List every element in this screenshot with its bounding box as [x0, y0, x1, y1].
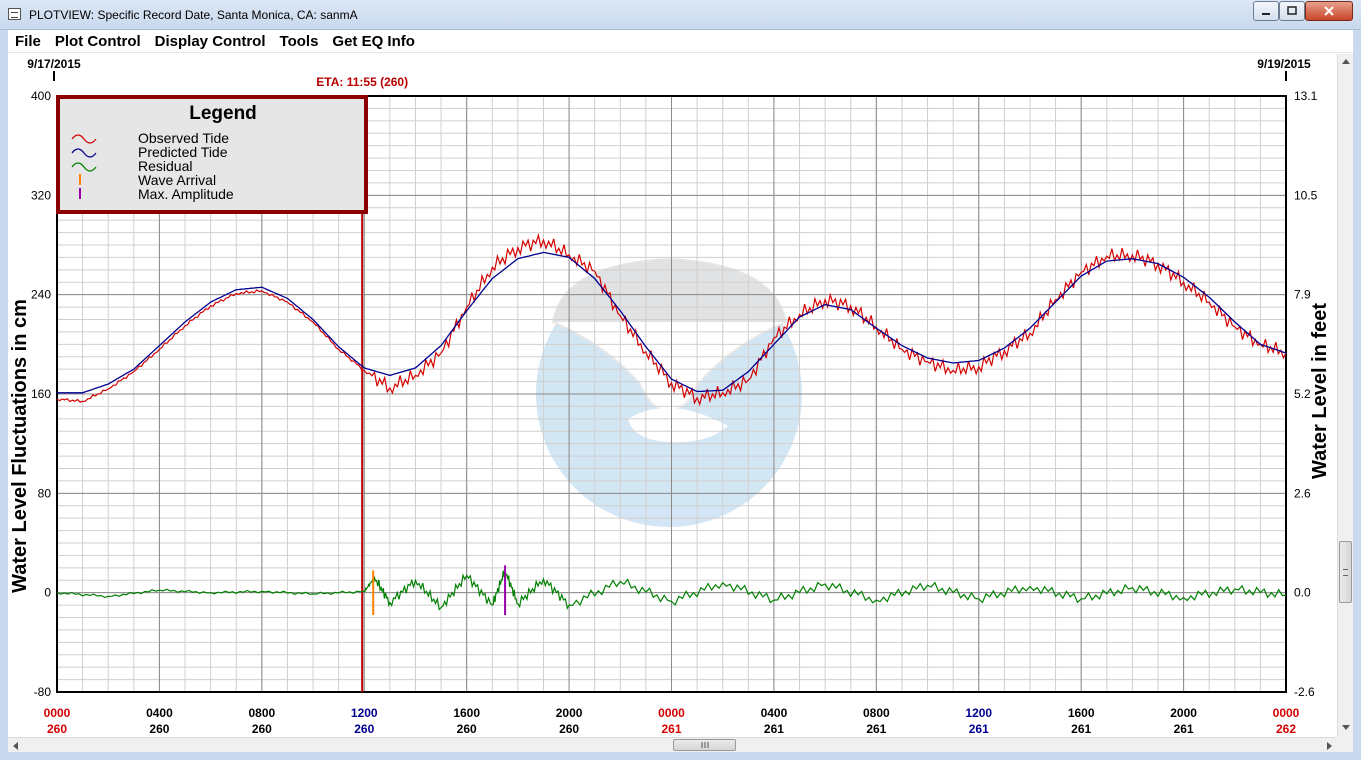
- y-tick-label-left: 0: [44, 586, 51, 600]
- window-frame-right: [1353, 30, 1361, 760]
- left-y-axis-label: Water Level Fluctuations in cm: [9, 299, 31, 593]
- y-tick-label-right: 0.0: [1294, 586, 1311, 600]
- x-tick-day-label: 261: [1071, 722, 1091, 736]
- menu-file[interactable]: File: [8, 33, 48, 50]
- x-tick-time-label: 0800: [248, 706, 275, 720]
- y-tick-label-left: 240: [31, 288, 51, 302]
- legend[interactable]: Legend Observed Tide Predicted Tide Resi…: [56, 95, 368, 214]
- y-tick-label-left: 400: [31, 89, 51, 103]
- y-tick-label-left: 80: [38, 486, 52, 500]
- legend-title: Legend: [189, 103, 257, 124]
- x-tick-day-label: 261: [866, 722, 886, 736]
- window-frame-bottom: [0, 752, 1361, 760]
- x-tick-day-label: 260: [354, 722, 374, 736]
- x-tick-time-label: 1600: [1068, 706, 1095, 720]
- vertical-scrollbar[interactable]: [1337, 54, 1353, 737]
- maximize-button[interactable]: [1279, 1, 1305, 21]
- app-window-icon[interactable]: [8, 8, 21, 20]
- menu-bar: File Plot Control Display Control Tools …: [8, 31, 1353, 53]
- x-tick-time-label: 1600: [453, 706, 480, 720]
- menu-display-control[interactable]: Display Control: [148, 33, 273, 50]
- horizontal-scroll-thumb[interactable]: [673, 739, 736, 751]
- scroll-up-arrow-icon[interactable]: [1341, 58, 1351, 66]
- y-tick-label-left: -80: [34, 685, 52, 699]
- x-tick-time-label: 0800: [863, 706, 890, 720]
- x-tick-time-label: 0400: [146, 706, 173, 720]
- scroll-right-arrow-icon[interactable]: [1325, 741, 1333, 751]
- x-tick-time-label: 2000: [556, 706, 583, 720]
- x-tick-time-label: 1200: [351, 706, 378, 720]
- x-tick-day-label: 260: [457, 722, 477, 736]
- right-y-axis-label: Water Level in feet: [1309, 303, 1331, 479]
- tide-chart[interactable]: 400320240160800-80 13.110.57.95.22.60.0-…: [8, 54, 1337, 737]
- start-date-label: 9/17/2015: [27, 57, 81, 71]
- maximize-icon: [1287, 6, 1297, 15]
- x-tick-time-label: 0000: [44, 706, 71, 720]
- resize-grip[interactable]: [1337, 737, 1353, 752]
- minimize-button[interactable]: [1253, 1, 1279, 21]
- y-tick-label-right: 7.9: [1294, 288, 1311, 302]
- x-tick-day-label: 261: [969, 722, 989, 736]
- x-tick-day-label: 261: [764, 722, 784, 736]
- window-title: PLOTVIEW: Specific Record Date, Santa Mo…: [29, 8, 358, 22]
- y-tick-label-left: 320: [31, 188, 51, 202]
- y-tick-label-right: 10.5: [1294, 188, 1318, 202]
- window-frame-left: [0, 30, 8, 760]
- vertical-scroll-thumb[interactable]: [1339, 541, 1352, 603]
- x-tick-time-label: 0000: [1273, 706, 1300, 720]
- close-icon: [1324, 6, 1334, 16]
- legend-max-amplitude-label: Max. Amplitude: [138, 186, 234, 202]
- x-tick-time-label: 1200: [965, 706, 992, 720]
- y-tick-label-right: 2.6: [1294, 486, 1311, 500]
- x-tick-day-label: 261: [1174, 722, 1194, 736]
- minimize-icon: [1262, 13, 1270, 15]
- x-tick-day-label: 260: [252, 722, 272, 736]
- y-tick-label-right: -2.6: [1294, 685, 1315, 699]
- x-tick-day-label: 260: [559, 722, 579, 736]
- x-tick-time-label: 0400: [761, 706, 788, 720]
- x-tick-day-label: 261: [661, 722, 681, 736]
- scroll-down-arrow-icon[interactable]: [1341, 724, 1351, 732]
- end-date-label: 9/19/2015: [1257, 57, 1311, 71]
- x-tick-time-label: 0000: [658, 706, 685, 720]
- x-tick-day-label: 260: [149, 722, 169, 736]
- horizontal-scrollbar[interactable]: [8, 737, 1337, 752]
- menu-tools[interactable]: Tools: [273, 33, 326, 50]
- x-tick-day-label: 260: [47, 722, 67, 736]
- menu-get-eq-info[interactable]: Get EQ Info: [325, 33, 422, 50]
- menu-plot-control[interactable]: Plot Control: [48, 33, 148, 50]
- title-bar[interactable]: PLOTVIEW: Specific Record Date, Santa Mo…: [0, 0, 1361, 30]
- noaa-logo-watermark: [536, 257, 802, 527]
- close-button[interactable]: [1305, 1, 1353, 21]
- x-tick-day-label: 262: [1276, 722, 1296, 736]
- y-tick-label-right: 13.1: [1294, 89, 1318, 103]
- scroll-left-arrow-icon[interactable]: [12, 741, 20, 751]
- scroll-grip-icon: [701, 742, 708, 748]
- y-tick-label-left: 160: [31, 387, 51, 401]
- x-tick-time-label: 2000: [1170, 706, 1197, 720]
- eta-label: ETA: 11:55 (260): [316, 75, 408, 89]
